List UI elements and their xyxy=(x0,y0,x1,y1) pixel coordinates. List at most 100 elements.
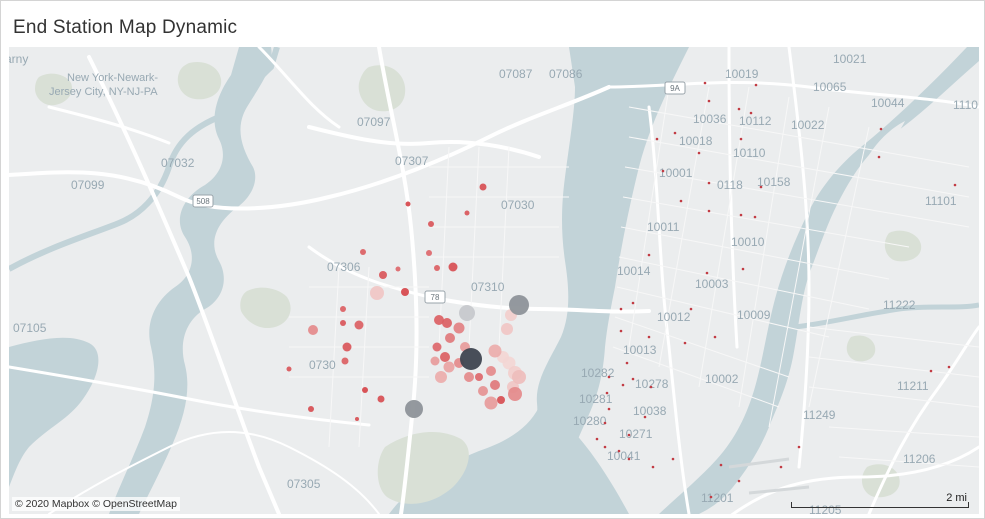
station-circle[interactable] xyxy=(443,361,455,373)
station-circle[interactable] xyxy=(342,342,352,352)
station-circle[interactable] xyxy=(479,183,487,191)
map-attribution[interactable]: © 2020 Mapbox © OpenStreetMap xyxy=(12,497,180,511)
station-circle[interactable] xyxy=(440,352,450,362)
map-view[interactable]: arny New York-Newark- Jersey City, NY-NJ-P… xyxy=(9,47,979,514)
station-marker-small[interactable] xyxy=(619,307,623,311)
station-circle[interactable] xyxy=(395,266,401,272)
station-marker-small[interactable] xyxy=(705,271,709,275)
station-circle[interactable] xyxy=(362,387,368,393)
station-circle[interactable] xyxy=(501,323,513,335)
station-marker-small[interactable] xyxy=(655,137,659,141)
station-marker-small[interactable] xyxy=(929,369,933,373)
station-marker-small[interactable] xyxy=(713,335,717,339)
station-marker-small[interactable] xyxy=(697,151,701,155)
station-marker-small[interactable] xyxy=(753,215,757,219)
station-marker-small[interactable] xyxy=(703,81,707,85)
station-marker-small[interactable] xyxy=(739,137,743,141)
station-marker-small[interactable] xyxy=(603,445,607,449)
station-circle[interactable] xyxy=(370,286,384,300)
station-circle[interactable] xyxy=(512,370,526,384)
station-marker-small[interactable] xyxy=(754,83,758,87)
station-marker-small[interactable] xyxy=(595,437,599,441)
station-marker-small[interactable] xyxy=(607,375,611,379)
station-circle[interactable] xyxy=(286,366,292,372)
station-marker-small[interactable] xyxy=(631,377,635,381)
station-circle[interactable] xyxy=(484,396,498,410)
station-marker-small[interactable] xyxy=(661,169,665,173)
station-marker-small[interactable] xyxy=(749,111,753,115)
station-marker-small[interactable] xyxy=(619,329,623,333)
station-marker-small[interactable] xyxy=(607,407,611,411)
station-marker-small[interactable] xyxy=(947,365,951,369)
station-marker-small[interactable] xyxy=(605,391,609,395)
station-circle[interactable] xyxy=(340,306,346,312)
station-marker-small[interactable] xyxy=(719,463,723,467)
station-marker-small[interactable] xyxy=(617,449,621,453)
station-circle-grey[interactable] xyxy=(509,295,529,315)
station-circle[interactable] xyxy=(435,371,447,383)
station-circle[interactable] xyxy=(508,387,522,401)
station-circle[interactable] xyxy=(379,271,387,279)
station-circle[interactable] xyxy=(488,344,502,358)
station-circle[interactable] xyxy=(490,380,500,390)
station-circle[interactable] xyxy=(308,406,314,412)
station-circle[interactable] xyxy=(448,262,458,272)
station-marker-small[interactable] xyxy=(737,479,741,483)
station-circle[interactable] xyxy=(401,288,409,296)
station-circle[interactable] xyxy=(377,395,385,403)
station-marker-small[interactable] xyxy=(759,185,763,189)
station-marker-small[interactable] xyxy=(707,99,711,103)
station-marker-small[interactable] xyxy=(679,199,683,203)
station-circle[interactable] xyxy=(464,372,474,382)
station-marker-small[interactable] xyxy=(671,457,675,461)
station-marker-small[interactable] xyxy=(651,465,655,469)
station-marker-small[interactable] xyxy=(877,155,881,159)
station-circle[interactable] xyxy=(405,201,411,207)
station-marker-small[interactable] xyxy=(631,301,635,305)
station-circle[interactable] xyxy=(442,318,452,328)
station-circle[interactable] xyxy=(355,417,359,421)
station-circle[interactable] xyxy=(464,210,470,216)
station-marker-small[interactable] xyxy=(649,385,653,389)
station-circle[interactable] xyxy=(432,342,442,352)
station-marker-small[interactable] xyxy=(741,267,745,271)
station-marker-small[interactable] xyxy=(647,253,651,257)
station-marker-small[interactable] xyxy=(627,457,631,461)
station-circle[interactable] xyxy=(426,250,432,256)
station-marker-small[interactable] xyxy=(739,213,743,217)
station-circle[interactable] xyxy=(434,265,440,271)
station-circle[interactable] xyxy=(308,325,318,335)
station-circle[interactable] xyxy=(428,221,434,227)
station-marker-small[interactable] xyxy=(707,181,711,185)
station-marker-small[interactable] xyxy=(683,341,687,345)
station-marker-small[interactable] xyxy=(779,465,783,469)
station-circle-grey[interactable] xyxy=(405,400,423,418)
station-circle[interactable] xyxy=(478,386,488,396)
station-marker-small[interactable] xyxy=(737,107,741,111)
station-marker-small[interactable] xyxy=(879,127,883,131)
station-marker-small[interactable] xyxy=(643,415,647,419)
station-circle[interactable] xyxy=(486,366,496,376)
station-marker-small[interactable] xyxy=(647,335,651,339)
station-circle[interactable] xyxy=(475,373,483,381)
station-circle[interactable] xyxy=(340,320,346,326)
station-circle[interactable] xyxy=(354,320,364,330)
station-circle[interactable] xyxy=(360,249,366,255)
station-circle-grey[interactable] xyxy=(460,348,482,370)
station-marker-small[interactable] xyxy=(953,183,957,187)
station-circle[interactable] xyxy=(497,396,505,404)
station-marker-small[interactable] xyxy=(625,361,629,365)
station-circle[interactable] xyxy=(430,356,440,366)
station-marker-small[interactable] xyxy=(797,445,801,449)
station-marker-small[interactable] xyxy=(603,421,607,425)
station-circle[interactable] xyxy=(453,322,465,334)
station-marker-small[interactable] xyxy=(707,209,711,213)
station-circle[interactable] xyxy=(341,357,349,365)
station-marker-small[interactable] xyxy=(621,383,625,387)
station-circle-grey[interactable] xyxy=(459,305,475,321)
station-marker-small[interactable] xyxy=(709,495,713,499)
station-marker-small[interactable] xyxy=(673,131,677,135)
station-marker-small[interactable] xyxy=(627,433,631,437)
station-marker-small[interactable] xyxy=(689,307,693,311)
station-circle[interactable] xyxy=(445,333,455,343)
